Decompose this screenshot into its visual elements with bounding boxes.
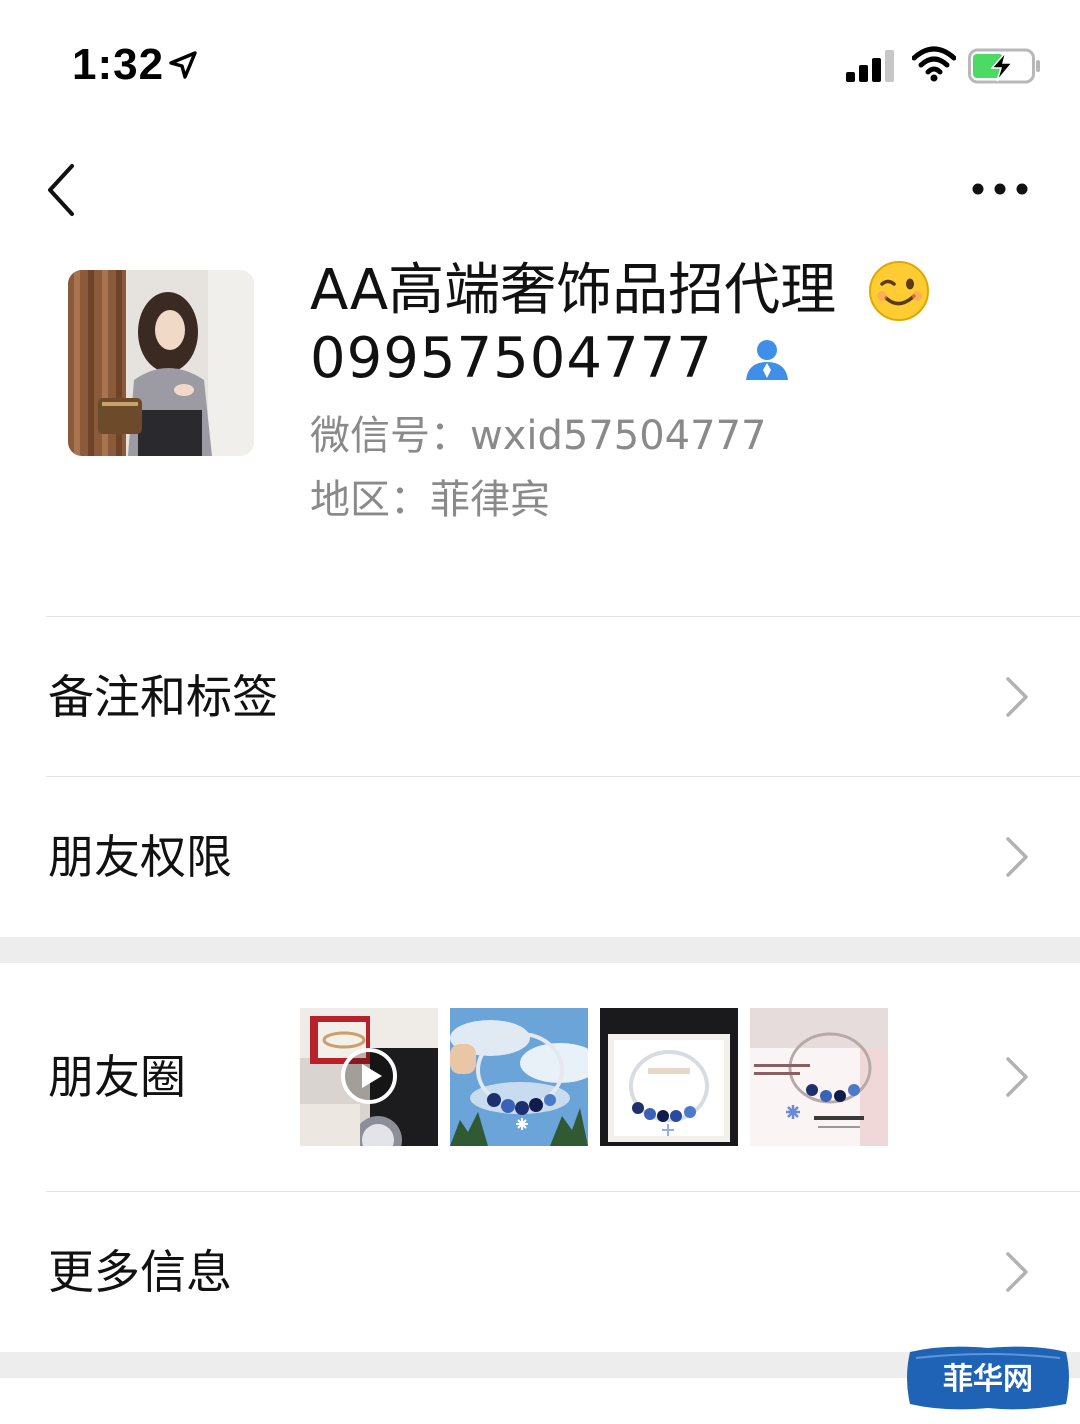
row-friend-permissions-label: 朋友权限 (48, 830, 232, 884)
profile-phone: 09957504777 (310, 326, 713, 391)
battery-charging-icon (968, 48, 1040, 84)
wechat-id: 微信号：wxid57504777 (310, 413, 767, 459)
status-time: 1:32 (72, 40, 165, 89)
region: 地区：菲律宾 (310, 477, 550, 523)
avatar[interactable] (68, 270, 254, 456)
wifi-icon (912, 46, 956, 82)
row-moments-label: 朋友圈 (48, 1050, 186, 1104)
row-friend-permissions[interactable]: 朋友权限 (0, 777, 1080, 937)
moments-thumb-bracelet-sky[interactable] (450, 1008, 588, 1146)
contact-profile-screen: 1:32 AA高端奢饰品招代理 09957504777 微信号：wxid5750… (0, 0, 1080, 1424)
status-bar: 1:32 (0, 0, 1080, 130)
contact-person-icon (746, 340, 788, 380)
chevron-right-icon (1006, 837, 1028, 877)
section-separator (0, 937, 1080, 963)
location-arrow-icon (169, 51, 197, 79)
moments-thumb-video[interactable] (300, 1008, 438, 1146)
row-more-info[interactable]: 更多信息 (0, 1192, 1080, 1352)
chevron-left-icon[interactable] (40, 160, 90, 220)
moments-thumb-bracelet-box[interactable] (600, 1008, 738, 1146)
row-more-info-label: 更多信息 (48, 1245, 232, 1299)
watermark-logo: 菲华网 (907, 1346, 1069, 1410)
wink-emoji-icon (869, 261, 929, 321)
row-notes-tags-label: 备注和标签 (48, 670, 278, 724)
profile-name: AA高端奢饰品招代理 (310, 258, 837, 323)
more-dots-icon[interactable] (968, 172, 1032, 206)
row-notes-tags[interactable]: 备注和标签 (0, 617, 1080, 776)
watermark-text: 菲华网 (943, 1362, 1033, 1397)
chevron-right-icon (1006, 1057, 1028, 1097)
moments-thumb-bracelet-pink[interactable] (750, 1008, 888, 1146)
chevron-right-icon (1006, 677, 1028, 717)
cellular-signal-icon (846, 50, 894, 82)
chevron-right-icon (1006, 1252, 1028, 1292)
